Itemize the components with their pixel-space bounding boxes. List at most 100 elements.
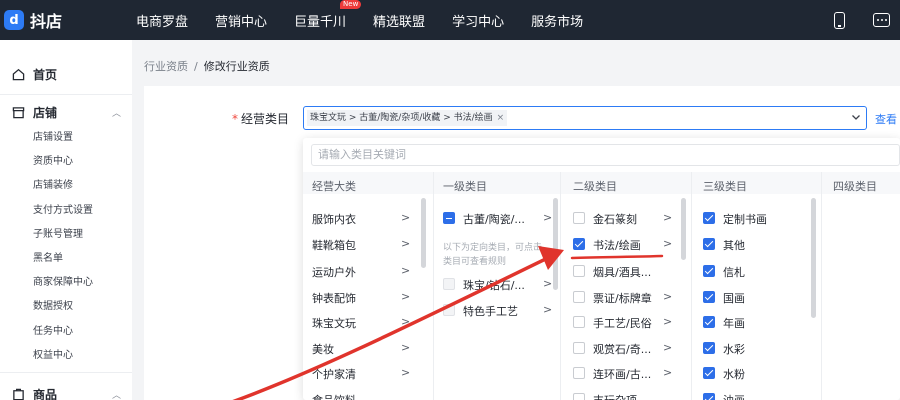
nav-item-alliance[interactable]: 精选联盟 bbox=[373, 11, 425, 30]
list-item[interactable]: 运动户外 bbox=[312, 264, 356, 280]
sidebar-item-task-center[interactable]: 任务中心 bbox=[33, 322, 73, 337]
list-item[interactable]: 水粉 bbox=[723, 366, 745, 382]
header-level3: 三级类目 bbox=[703, 180, 747, 193]
sidebar-divider bbox=[0, 94, 132, 95]
checkbox-checked[interactable] bbox=[703, 238, 715, 250]
category-dropdown: 请输入类目关键词 经营大类 一级类目 二级类目 三级类目 四级类目 服饰内衣 >… bbox=[303, 138, 900, 400]
main-nav: 电商罗盘 营销中心 巨量千川 New 精选联盟 学习中心 服务市场 bbox=[136, 0, 610, 40]
tag-close-icon[interactable]: × bbox=[497, 113, 505, 123]
sidebar-item-store-settings[interactable]: 店铺设置 bbox=[33, 128, 73, 143]
sidebar-goods-label: 商品 bbox=[33, 388, 58, 400]
checkbox[interactable] bbox=[573, 265, 585, 277]
breadcrumb-separator: / bbox=[194, 60, 198, 73]
store-icon bbox=[12, 107, 25, 119]
checkbox[interactable] bbox=[573, 316, 585, 328]
scrollbar[interactable] bbox=[421, 198, 426, 268]
checkbox[interactable] bbox=[573, 212, 585, 224]
nav-item-service-market[interactable]: 服务市场 bbox=[531, 11, 583, 30]
chevron-right-icon: > bbox=[401, 237, 411, 250]
list-item[interactable]: 珠宝文玩 bbox=[312, 315, 356, 331]
checkbox-checked[interactable] bbox=[703, 265, 715, 277]
list-item-selected[interactable]: 书法/绘画 bbox=[593, 237, 641, 253]
column-divider bbox=[821, 172, 822, 400]
list-item[interactable]: 鞋靴箱包 bbox=[312, 237, 356, 253]
list-item[interactable]: 烟具/酒具... bbox=[593, 264, 651, 280]
header-level1: 一级类目 bbox=[443, 180, 487, 193]
checkbox[interactable] bbox=[573, 291, 585, 303]
message-icon[interactable] bbox=[873, 13, 890, 27]
sidebar-item-blacklist[interactable]: 黑名单 bbox=[33, 249, 63, 264]
sidebar-item-rights-center[interactable]: 权益中心 bbox=[33, 346, 73, 361]
header-level2: 二级类目 bbox=[573, 180, 617, 193]
view-link[interactable]: 查看 bbox=[875, 111, 897, 127]
chevron-right-icon: > bbox=[543, 277, 553, 290]
sidebar-item-data-authorization[interactable]: 数据授权 bbox=[33, 297, 73, 312]
checkbox-checked[interactable] bbox=[703, 316, 715, 328]
list-item[interactable]: 支玩杂项 bbox=[593, 392, 637, 400]
list-item[interactable]: 钟表配饰 bbox=[312, 290, 356, 306]
list-item[interactable]: 特色手工艺 bbox=[463, 303, 518, 319]
sidebar-item-home[interactable]: 首页 bbox=[12, 66, 57, 83]
sidebar-item-sub-accounts[interactable]: 子账号管理 bbox=[33, 225, 83, 240]
breadcrumb: 行业资质 / 修改行业资质 bbox=[144, 58, 270, 74]
chevron-down-icon[interactable] bbox=[851, 112, 861, 122]
chevron-right-icon: > bbox=[401, 366, 411, 379]
mobile-icon[interactable] bbox=[834, 11, 845, 29]
list-item[interactable]: 定制书画 bbox=[723, 211, 767, 227]
list-item[interactable]: 国画 bbox=[723, 290, 745, 306]
list-item[interactable]: 金石篆刻 bbox=[593, 211, 637, 227]
list-item[interactable]: 年画 bbox=[723, 315, 745, 331]
list-item[interactable]: 美妆 bbox=[312, 341, 334, 357]
scrollbar[interactable] bbox=[553, 198, 558, 290]
category-search-input[interactable]: 请输入类目关键词 bbox=[311, 144, 900, 166]
checkbox-checked[interactable] bbox=[703, 212, 715, 224]
checkbox-checked[interactable] bbox=[703, 291, 715, 303]
list-item[interactable]: 珠宝/钻石/... bbox=[463, 277, 525, 293]
checkbox[interactable] bbox=[573, 342, 585, 354]
chevron-right-icon: > bbox=[663, 211, 673, 224]
home-icon bbox=[12, 68, 25, 81]
chevron-right-icon: > bbox=[663, 237, 673, 250]
sidebar-item-payment-settings[interactable]: 支付方式设置 bbox=[33, 201, 93, 216]
sidebar-item-merchant-guarantee[interactable]: 商家保障中心 bbox=[33, 273, 93, 288]
goods-icon bbox=[13, 388, 24, 400]
list-item[interactable]: 观赏石/奇... bbox=[593, 341, 651, 357]
list-item[interactable]: 其他 bbox=[723, 237, 745, 253]
category-label-text: 经营类目 bbox=[241, 112, 290, 126]
list-item-selected[interactable]: 古董/陶瓷/... bbox=[463, 211, 525, 227]
sidebar-item-store-decoration[interactable]: 店铺装修 bbox=[33, 176, 73, 191]
category-select[interactable]: 珠宝文玩 > 古董/陶瓷/杂项/收藏 > 书法/绘画 × bbox=[303, 106, 867, 130]
list-item[interactable]: 油画 bbox=[723, 392, 745, 400]
list-item[interactable]: 手工艺/民俗 bbox=[593, 315, 652, 331]
top-navigation-bar: d 抖店 电商罗盘 营销中心 巨量千川 New 精选联盟 学习中心 服务市场 bbox=[0, 0, 900, 40]
chevron-up-icon: ︿ bbox=[112, 109, 122, 119]
sidebar-group-goods[interactable]: 商品 ︿ bbox=[12, 386, 121, 400]
list-item[interactable]: 连环画/古... bbox=[593, 366, 651, 382]
chevron-up-icon: ︿ bbox=[112, 391, 122, 400]
list-item[interactable]: 水彩 bbox=[723, 341, 745, 357]
nav-item-qianchuan[interactable]: 巨量千川 New bbox=[294, 0, 362, 30]
scrollbar[interactable] bbox=[681, 198, 686, 260]
list-item[interactable]: 票证/标牌章 bbox=[593, 290, 652, 306]
list-item[interactable]: 个护家清 bbox=[312, 366, 356, 382]
list-item[interactable]: 服饰内衣 bbox=[312, 211, 356, 227]
sidebar-item-qualification-center[interactable]: 资质中心 bbox=[33, 152, 73, 167]
list-item[interactable]: 信札 bbox=[723, 264, 745, 280]
nav-item-marketing[interactable]: 营销中心 bbox=[215, 11, 267, 30]
checkbox[interactable] bbox=[573, 393, 585, 400]
sidebar-group-store[interactable]: 店铺 ︿ bbox=[12, 104, 121, 121]
checkbox-checked[interactable] bbox=[703, 342, 715, 354]
nav-item-learning[interactable]: 学习中心 bbox=[452, 11, 504, 30]
required-mark: * bbox=[232, 112, 238, 126]
checkbox-checked[interactable] bbox=[573, 238, 585, 250]
list-item[interactable]: 食品饮料 bbox=[312, 392, 356, 400]
doudian-logo[interactable]: d 抖店 bbox=[4, 8, 136, 32]
checkbox-partial[interactable] bbox=[443, 212, 455, 224]
breadcrumb-parent[interactable]: 行业资质 bbox=[144, 60, 188, 73]
nav-item-compass[interactable]: 电商罗盘 bbox=[136, 11, 188, 30]
scrollbar[interactable] bbox=[811, 198, 816, 318]
checkbox[interactable] bbox=[573, 367, 585, 379]
checkbox-checked[interactable] bbox=[703, 367, 715, 379]
column-divider bbox=[560, 172, 561, 400]
checkbox-checked[interactable] bbox=[703, 393, 715, 400]
